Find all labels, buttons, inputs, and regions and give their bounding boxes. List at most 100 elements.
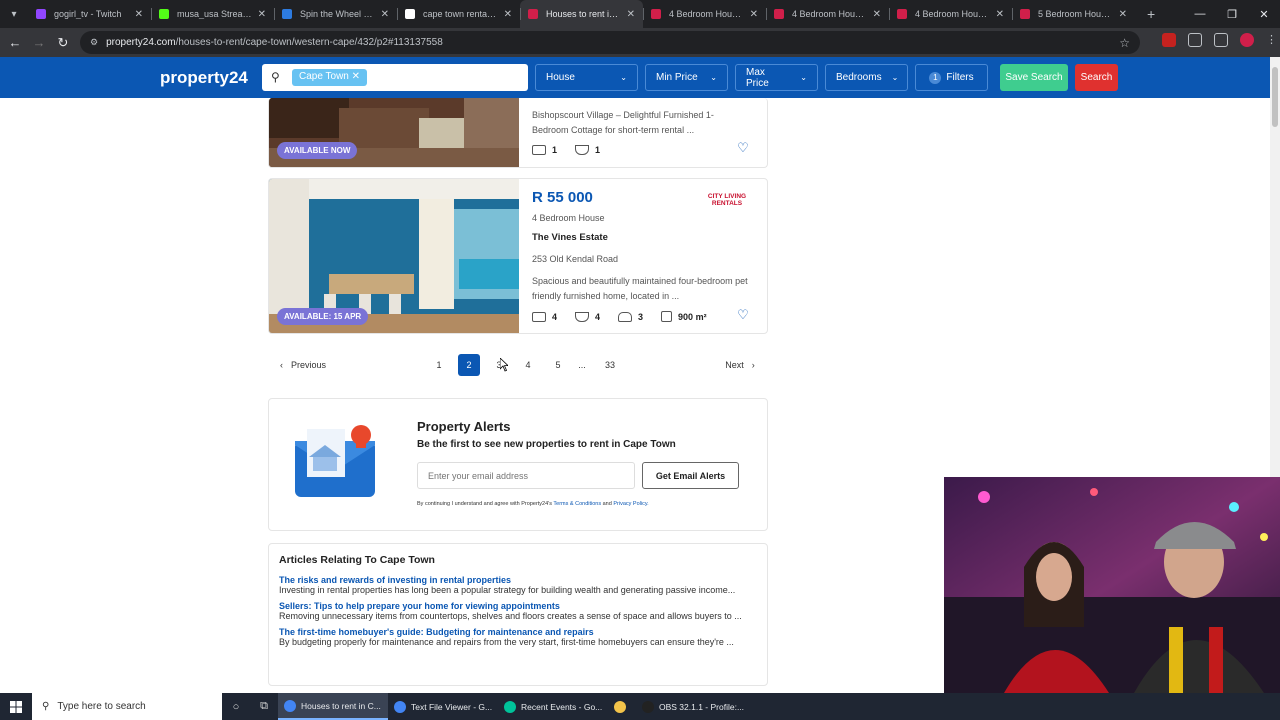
webcam-overlay: [944, 477, 1280, 693]
scrollbar-thumb[interactable]: [1272, 67, 1278, 127]
bedrooms-dropdown[interactable]: Bedrooms ⌄: [825, 64, 908, 91]
email-field[interactable]: [417, 462, 635, 489]
listing-photo[interactable]: AVAILABLE: 15 APR: [269, 179, 519, 333]
article-title-link[interactable]: The first-time homebuyer's guide: Budget…: [279, 627, 757, 637]
browser-tab[interactable]: 4 Bedroom House to ✕: [766, 0, 889, 28]
save-search-button[interactable]: Save Search: [1000, 64, 1068, 91]
close-tab-icon[interactable]: ✕: [750, 9, 758, 20]
favourite-heart-icon[interactable]: ♡: [733, 305, 753, 325]
tab-search-icon[interactable]: ▾: [0, 0, 28, 28]
tab-title: Houses to rent in Ca: [546, 9, 621, 19]
app-icon: [614, 700, 626, 713]
address-bar[interactable]: ⚙ property24.com/houses-to-rent/cape-tow…: [80, 31, 1140, 54]
browser-tab[interactable]: Spin the Wheel – Fre ✕: [274, 0, 397, 28]
next-page-button[interactable]: Next ›: [722, 354, 758, 376]
profile-avatar[interactable]: [1240, 33, 1254, 47]
browser-toolbar: ← → ↻ ⚙ property24.com/houses-to-rent/ca…: [0, 28, 1280, 57]
baths-count: 4: [595, 311, 601, 322]
search-button[interactable]: Search: [1075, 64, 1118, 91]
browser-tab[interactable]: gogirl_tv - Twitch ✕: [28, 0, 151, 28]
page-number-link[interactable]: 4: [517, 354, 539, 376]
privacy-link[interactable]: Privacy Policy.: [613, 501, 648, 507]
listing-estate[interactable]: The Vines Estate: [532, 232, 608, 243]
terms-link[interactable]: Terms & Conditions: [553, 501, 601, 507]
close-tab-icon[interactable]: ✕: [1119, 9, 1127, 20]
favourite-heart-icon[interactable]: ♡: [733, 138, 753, 158]
property24-logo[interactable]: property24: [160, 68, 248, 88]
taskbar-app-button[interactable]: [608, 693, 636, 720]
tab-title: 4 Bedroom House to: [792, 9, 867, 19]
property-type-label: House: [546, 72, 575, 83]
minimize-icon[interactable]: —: [1184, 0, 1216, 28]
adblock-extension-icon[interactable]: [1162, 33, 1176, 47]
browser-tab[interactable]: 4 Bedroom House to ✕: [889, 0, 1012, 28]
new-tab-button[interactable]: +: [1147, 6, 1155, 22]
max-price-dropdown[interactable]: Max Price ⌄: [735, 64, 818, 91]
taskbar-app-label: Recent Events - Go...: [521, 701, 603, 712]
browser-tab[interactable]: Houses to rent in Ca ✕: [520, 0, 643, 28]
close-tab-icon[interactable]: ✕: [381, 9, 389, 20]
tab-favicon-icon: [159, 9, 169, 19]
close-tab-icon[interactable]: ✕: [258, 9, 266, 20]
tab-favicon-icon: [405, 9, 415, 19]
taskbar-search-input[interactable]: ⚲ Type here to search: [32, 693, 222, 720]
filters-button[interactable]: 1 Filters: [915, 64, 988, 91]
browser-tab[interactable]: 4 Bedroom House to ✕: [643, 0, 766, 28]
browser-tab[interactable]: musa_usa Stream - W ✕: [151, 0, 274, 28]
legal-prefix: By continuing I understand and agree wit…: [417, 501, 552, 507]
page-number-link[interactable]: 1: [428, 354, 450, 376]
bookmark-star-icon[interactable]: ☆: [1119, 36, 1130, 50]
floor-size-icon: [661, 311, 673, 322]
page-number-link[interactable]: 2: [458, 354, 480, 376]
close-tab-icon[interactable]: ✕: [627, 9, 635, 20]
taskbar-app-button[interactable]: OBS 32.1.1 - Profile:...: [636, 693, 746, 720]
filters-count-badge: 1: [929, 71, 942, 84]
get-email-alerts-button[interactable]: Get Email Alerts: [642, 462, 739, 489]
taskbar-app-button[interactable]: Text File Viewer - G...: [388, 693, 498, 720]
windows-start-icon[interactable]: [0, 693, 32, 720]
browser-menu-icon[interactable]: ⋮: [1266, 33, 1277, 47]
taskbar-app-button[interactable]: Recent Events - Go...: [498, 693, 608, 720]
close-tab-icon[interactable]: ✕: [996, 9, 1004, 20]
browser-tab[interactable]: cape town rentals - G ✕: [397, 0, 520, 28]
listing-card[interactable]: AVAILABLE NOW Bishopscourt Village – Del…: [268, 98, 768, 168]
restore-icon[interactable]: ❐: [1216, 0, 1248, 28]
article-title-link[interactable]: The risks and rewards of investing in re…: [279, 575, 757, 585]
reload-icon[interactable]: ↻: [51, 35, 75, 51]
tab-title: Spin the Wheel – Fre: [300, 9, 375, 19]
close-window-icon[interactable]: ✕: [1248, 0, 1280, 28]
page-number-link[interactable]: 33: [599, 354, 621, 376]
forward-icon[interactable]: →: [27, 35, 51, 50]
browser-tab[interactable]: 5 Bedroom House to ✕: [1012, 0, 1135, 28]
task-view-icon[interactable]: ⧉: [250, 693, 278, 720]
previous-page-button[interactable]: ‹ Previous: [278, 354, 328, 376]
page-number-link[interactable]: 5: [547, 354, 569, 376]
tab-title: musa_usa Stream - W: [177, 9, 252, 19]
article-excerpt: By budgeting properly for maintenance an…: [279, 637, 734, 647]
back-icon[interactable]: ←: [3, 35, 27, 50]
listing-features: 1 1: [532, 145, 600, 155]
tab-title: 5 Bedroom House to: [1038, 9, 1113, 19]
agency-logo[interactable]: CITY LIVING RENTALS: [707, 193, 747, 207]
tab-favicon-icon: [897, 9, 907, 19]
media-control-icon[interactable]: [1214, 33, 1228, 47]
site-info-icon[interactable]: ⚙: [90, 37, 98, 48]
cortana-icon[interactable]: ○: [222, 693, 250, 720]
listing-card[interactable]: AVAILABLE: 15 APR R 55 000 4 Bedroom Hou…: [268, 178, 768, 334]
min-price-dropdown[interactable]: Min Price ⌄: [645, 64, 728, 91]
close-tab-icon[interactable]: ✕: [135, 9, 143, 20]
windows-taskbar: ⚲ Type here to search ○ ⧉ Houses to rent…: [0, 693, 1280, 720]
extensions-icon[interactable]: [1188, 33, 1202, 47]
beds-count: 1: [552, 145, 558, 155]
property-type-dropdown[interactable]: House ⌄: [535, 64, 638, 91]
close-tab-icon[interactable]: ✕: [873, 9, 881, 20]
location-chip[interactable]: Cape Town ✕: [292, 69, 368, 86]
listing-photo[interactable]: AVAILABLE NOW: [269, 98, 519, 167]
article-title-link[interactable]: Sellers: Tips to help prepare your home …: [279, 601, 757, 611]
listing-description: Bishopscourt Village – Delightful Furnis…: [532, 110, 714, 135]
close-tab-icon[interactable]: ✕: [504, 9, 512, 20]
remove-chip-icon[interactable]: ✕: [352, 71, 360, 82]
location-search-input[interactable]: ⚲ Cape Town ✕: [262, 64, 528, 91]
app-icon: [504, 700, 516, 713]
taskbar-app-button[interactable]: Houses to rent in C...: [278, 693, 388, 720]
